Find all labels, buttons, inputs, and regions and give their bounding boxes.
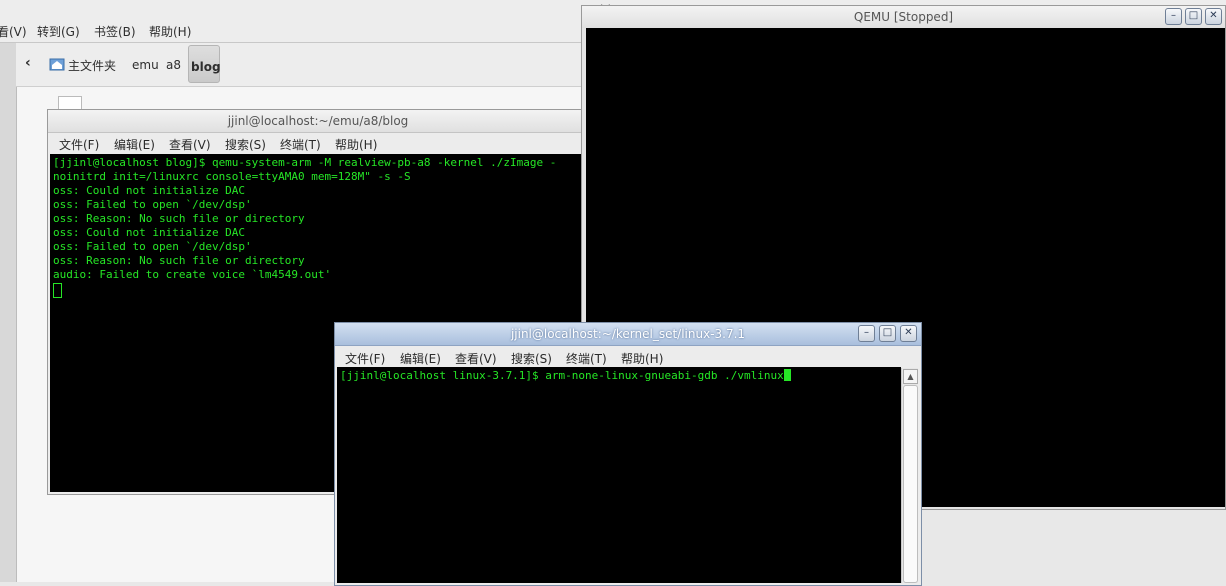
qemu-close-icon[interactable]: ✕ <box>1205 8 1222 25</box>
back-chevron-left-icon[interactable]: ‹ <box>25 55 31 71</box>
menu-view[interactable]: 查看(V) <box>455 350 497 367</box>
terminal-blog-titlebar[interactable]: jjinl@localhost:~/emu/a8/blog <box>48 110 588 133</box>
menu-bookmarks[interactable]: 书签(B) <box>94 23 136 40</box>
scrollbar-thumb[interactable] <box>903 385 918 583</box>
terminal-line: audio: Failed to create voice `lm4549.ou… <box>53 268 332 281</box>
breadcrumb-blog[interactable]: blog <box>188 45 221 83</box>
terminal-blog-title: jjinl@localhost:~/emu/a8/blog <box>227 114 409 128</box>
menu-help[interactable]: 帮助(H) <box>335 136 377 153</box>
qemu-titlebar[interactable]: QEMU [Stopped] <box>582 6 1225 28</box>
qemu-minimize-icon[interactable]: – <box>1165 8 1182 25</box>
terminal-kernel-titlebar[interactable]: jjinl@localhost:~/kernel_set/linux-3.7.1 <box>335 323 921 346</box>
terminal-prompt-line: [jjinl@localhost linux-3.7.1]$ arm-none-… <box>340 369 784 382</box>
terminal-blog-menubar: 文件(F) 编辑(E) 查看(V) 搜索(S) 终端(T) 帮助(H) <box>48 133 588 154</box>
menu-terminal[interactable]: 终端(T) <box>566 350 607 367</box>
terminal-line: oss: Failed to open `/dev/dsp' <box>53 198 252 211</box>
terminal-kernel-title: jjinl@localhost:~/kernel_set/linux-3.7.1 <box>510 327 746 341</box>
terminal-window-kernel: jjinl@localhost:~/kernel_set/linux-3.7.1… <box>334 322 922 586</box>
terminal-kernel-output[interactable]: [jjinl@localhost linux-3.7.1]$ arm-none-… <box>337 367 901 583</box>
terminal-kernel-close-icon[interactable]: ✕ <box>900 325 917 342</box>
terminal-kernel-scrollbar[interactable]: ▲ <box>901 368 918 583</box>
terminal-line: oss: Failed to open `/dev/dsp' <box>53 240 252 253</box>
menu-goto[interactable]: 转到(G) <box>37 23 80 40</box>
terminal-kernel-maximize-icon[interactable]: □ <box>879 325 896 342</box>
menu-edit[interactable]: 编辑(E) <box>114 136 155 153</box>
menu-file[interactable]: 文件(F) <box>59 136 99 153</box>
terminal-cursor <box>53 283 62 298</box>
menu-terminal[interactable]: 终端(T) <box>280 136 321 153</box>
menu-search[interactable]: 搜索(S) <box>511 350 552 367</box>
file-manager-menubar: 看(V) 转到(G) 书签(B) 帮助(H) <box>0 20 600 43</box>
file-manager-sidebar <box>0 43 17 582</box>
menu-view[interactable]: 查看(V) <box>169 136 211 153</box>
breadcrumb-emu[interactable]: emu <box>132 58 159 72</box>
qemu-maximize-icon[interactable]: □ <box>1185 8 1202 25</box>
menu-edit[interactable]: 编辑(E) <box>400 350 441 367</box>
home-folder-icon <box>49 56 65 74</box>
terminal-kernel-minimize-icon[interactable]: – <box>858 325 875 342</box>
terminal-line: [jjinl@localhost blog]$ qemu-system-arm … <box>53 156 557 169</box>
breadcrumb-blog-label: blog <box>191 60 221 74</box>
terminal-line: oss: Could not initialize DAC <box>53 184 246 197</box>
terminal-kernel-menubar: 文件(F) 编辑(E) 查看(V) 搜索(S) 终端(T) 帮助(H) <box>335 346 921 367</box>
scroll-up-icon[interactable]: ▲ <box>903 369 918 384</box>
qemu-title: QEMU [Stopped] <box>853 10 954 24</box>
menu-view[interactable]: 看(V) <box>0 23 27 40</box>
breadcrumb-a8[interactable]: a8 <box>166 58 181 72</box>
menu-file[interactable]: 文件(F) <box>345 350 385 367</box>
terminal-cursor <box>783 369 791 381</box>
menu-search[interactable]: 搜索(S) <box>225 136 266 153</box>
terminal-line: noinitrd init=/linuxrc console=ttyAMA0 m… <box>53 170 411 183</box>
breadcrumb-home[interactable]: 主文件夹 <box>68 57 116 74</box>
terminal-line: oss: Could not initialize DAC <box>53 226 246 239</box>
file-manager-toolbar: ‹ 主文件夹 emu a8 blog <box>16 43 600 87</box>
terminal-line: oss: Reason: No such file or directory <box>53 254 305 267</box>
menu-help[interactable]: 帮助(H) <box>621 350 663 367</box>
menu-help[interactable]: 帮助(H) <box>149 23 191 40</box>
terminal-line: oss: Reason: No such file or directory <box>53 212 305 225</box>
